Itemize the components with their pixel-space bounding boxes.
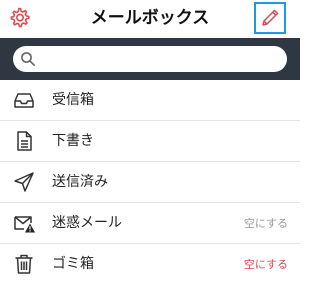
document-icon	[17, 131, 32, 151]
mailbox-row-inbox[interactable]: 受信箱	[0, 80, 300, 121]
mailbox-list: 受信箱 下書き 送信済み 迷惑メール 空にする ゴミ箱 空にする	[0, 80, 300, 285]
mailbox-label: 下書き	[52, 133, 94, 149]
pencil-icon	[262, 9, 279, 26]
trash-icon	[15, 254, 33, 274]
mailbox-row-sent[interactable]: 送信済み	[0, 162, 300, 203]
header-bar: メールボックス	[0, 0, 300, 36]
mailbox-label: 迷惑メール	[52, 215, 122, 231]
search-icon	[21, 52, 35, 66]
empty-trash-button[interactable]: 空にする	[244, 244, 288, 285]
envelope-warning-icon	[14, 216, 35, 233]
mailbox-row-junk[interactable]: 迷惑メール 空にする	[0, 203, 300, 244]
compose-button[interactable]	[254, 2, 286, 34]
inbox-tray-icon	[14, 93, 34, 108]
mailbox-label: 受信箱	[52, 92, 94, 108]
paper-plane-icon	[14, 172, 34, 192]
mailbox-row-drafts[interactable]: 下書き	[0, 121, 300, 162]
mailbox-label: ゴミ箱	[52, 256, 94, 272]
search-bar	[0, 38, 300, 80]
search-input[interactable]	[13, 46, 287, 72]
mailbox-label: 送信済み	[52, 174, 108, 190]
empty-junk-button[interactable]: 空にする	[244, 203, 288, 244]
mailbox-row-trash[interactable]: ゴミ箱 空にする	[0, 244, 300, 285]
